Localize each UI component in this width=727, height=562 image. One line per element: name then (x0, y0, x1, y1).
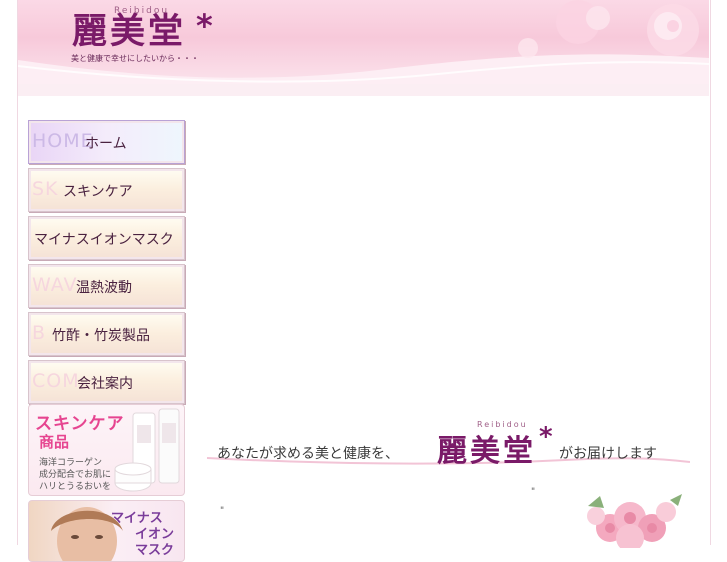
skincare-promo-banner[interactable]: スキンケア 商品 海洋コラーゲン 成分配合でお肌に ハリとうるおいを (28, 404, 185, 496)
ion-mask-promo-line-3: マスク (135, 543, 175, 558)
nav-company-bg-text: COM (32, 370, 80, 392)
ion-mask-promo-banner[interactable]: マイナス イオン マスク (28, 500, 185, 562)
sidebar-nav: HOME ホーム SK スキンケア マイナスイオンマスク WAV 温熱波動 B … (28, 120, 185, 408)
banner-brand-logo: 麗美堂 (437, 434, 536, 469)
banner-star-icon: * (539, 422, 553, 452)
banner-prefix-text: あなたが求める美と健康を、 (217, 446, 399, 462)
nav-bamboo-button[interactable]: B 竹酢・竹炭製品 (28, 312, 185, 356)
nav-skincare-bg-text: SK (32, 178, 59, 200)
site-header: Reibidou 麗美堂 * 美と健康で幸せにしたいから・・・ (18, 0, 709, 84)
nav-skincare-label: スキンケア (63, 184, 133, 200)
logo-star-icon: * (196, 7, 213, 45)
nav-bamboo-label: 竹酢・竹炭製品 (52, 328, 150, 344)
skincare-promo-line-3: ハリとうるおいを (39, 482, 112, 492)
banner-suffix-text: がお届けします (559, 446, 657, 462)
site-logo[interactable]: Reibidou 麗美堂 * (72, 6, 213, 52)
flower-bouquet-image (587, 494, 682, 548)
nav-thermal-wave-bg-text: WAV (32, 274, 78, 296)
header-spacer (18, 84, 709, 96)
nav-thermal-wave-button[interactable]: WAV 温熱波動 (28, 264, 185, 308)
main-tagline-banner: あなたが求める美と健康を、 Reibidou 麗美堂 * がお届けします (205, 420, 690, 470)
nav-ion-mask-label: マイナスイオンマスク (34, 232, 174, 248)
nav-home-label: ホーム (85, 136, 127, 152)
nav-thermal-wave-label: 温熱波動 (76, 280, 132, 296)
nav-ion-mask-button[interactable]: マイナスイオンマスク (28, 216, 185, 260)
quote-mark-close: " (531, 487, 536, 497)
nav-company-label: 会社案内 (77, 376, 133, 392)
logo-roman: Reibidou (114, 6, 170, 16)
nav-bamboo-bg-text: B (32, 322, 47, 344)
nav-home-button[interactable]: HOME ホーム (28, 120, 185, 164)
logo-text: 麗美堂 (72, 11, 187, 52)
site-tagline: 美と健康で幸せにしたいから・・・ (71, 54, 199, 63)
quote-mark-open: " (220, 506, 225, 516)
nav-skincare-button[interactable]: SK スキンケア (28, 168, 185, 212)
skincare-promo-subtitle: 商品 (39, 433, 70, 451)
nav-company-button[interactable]: COM 会社案内 (28, 360, 185, 404)
